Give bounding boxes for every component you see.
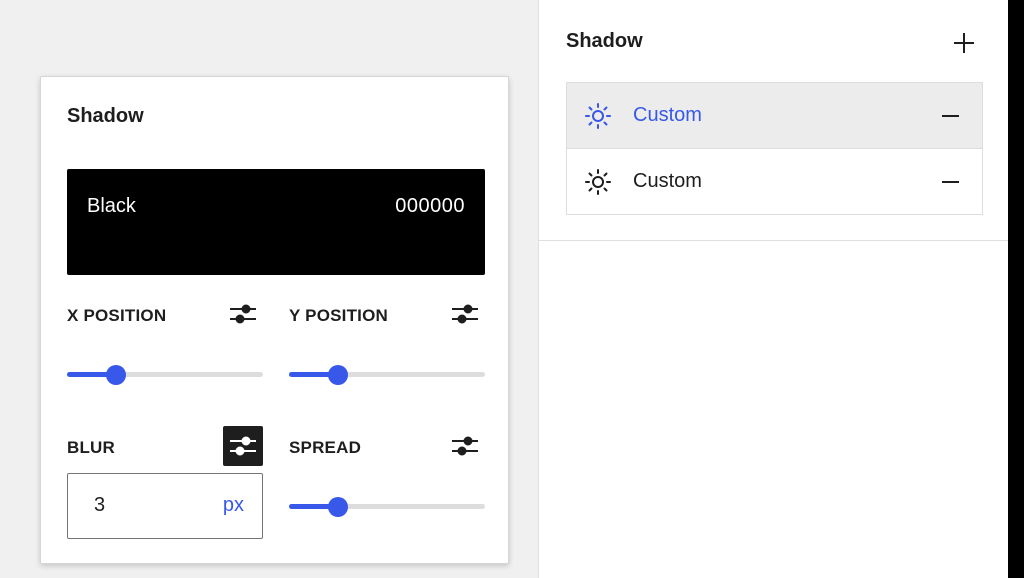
color-hex: 000000 [395, 195, 465, 217]
y-position-label: Y POSITION [289, 306, 388, 325]
blur-value: 3 [94, 494, 106, 516]
blur-custom-toggle[interactable] [223, 426, 263, 466]
window-edge [1008, 0, 1024, 578]
spread-label: SPREAD [289, 438, 362, 457]
x-position-slider[interactable] [67, 362, 263, 386]
slider-thumb[interactable] [328, 497, 348, 517]
minus-icon[interactable] [939, 104, 963, 128]
y-position-slider[interactable] [289, 362, 485, 386]
shadow-item-label: Custom [633, 170, 702, 192]
sliders-icon [230, 436, 256, 456]
shadow-item-custom-2[interactable]: Custom [567, 148, 982, 214]
sliders-icon [452, 304, 478, 324]
global-styles-panel: Shadow Custom Custom [538, 0, 1009, 578]
add-shadow-button[interactable] [949, 28, 979, 58]
popover-title: Shadow [67, 105, 144, 127]
shadow-section-title: Shadow [566, 30, 643, 52]
sun-icon [585, 103, 611, 129]
spread-custom-toggle[interactable] [445, 426, 485, 466]
spread-slider[interactable] [289, 494, 485, 518]
x-position-custom-toggle[interactable] [223, 294, 263, 334]
shadow-item-label: Custom [633, 104, 702, 126]
y-position-custom-toggle[interactable] [445, 294, 485, 334]
slider-thumb[interactable] [106, 365, 126, 385]
shadow-section: Shadow Custom Custom [539, 0, 1009, 241]
blur-label: BLUR [67, 438, 116, 457]
shadow-list: Custom Custom [566, 82, 983, 215]
shadow-popover: Shadow Black 000000 X POSITION Y POSITIO… [40, 76, 509, 564]
blur-unit[interactable]: px [223, 494, 244, 517]
minus-icon[interactable] [939, 170, 963, 194]
shadow-item-custom-1[interactable]: Custom [567, 83, 982, 148]
color-picker-button[interactable]: Black 000000 [67, 169, 485, 275]
blur-input[interactable]: 3 px [67, 473, 263, 539]
sliders-icon [230, 304, 256, 324]
sun-icon [585, 169, 611, 195]
x-position-label: X POSITION [67, 306, 167, 325]
color-name: Black [87, 195, 136, 217]
slider-thumb[interactable] [328, 365, 348, 385]
sliders-icon [452, 436, 478, 456]
